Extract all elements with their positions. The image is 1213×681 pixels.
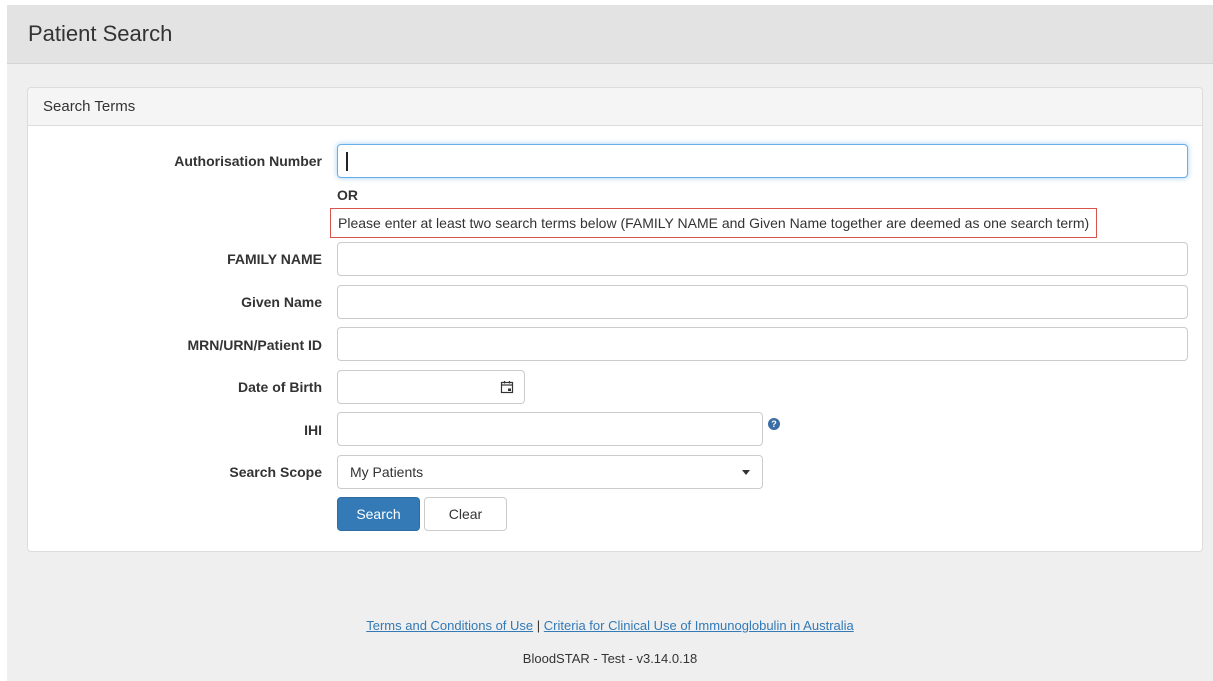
authorisation-number-input[interactable] — [337, 144, 1188, 178]
search-scope-label: Search Scope — [229, 464, 322, 480]
calendar-icon — [500, 381, 513, 394]
ihi-input[interactable] — [337, 412, 763, 446]
search-terms-panel: Search Terms Authorisation Number OR Ple… — [27, 87, 1203, 552]
page: Patient Search Search Terms Authorisatio… — [7, 5, 1213, 681]
page-title: Patient Search — [28, 21, 173, 46]
clear-button[interactable]: Clear — [424, 497, 507, 531]
question-circle-icon[interactable]: ? — [768, 418, 780, 430]
mrn-label: MRN/URN/Patient ID — [187, 337, 322, 353]
footer-links: Terms and Conditions of Use | Criteria f… — [7, 618, 1213, 633]
search-scope-value: My Patients — [350, 464, 424, 480]
footer-separator: | — [536, 618, 541, 633]
date-of-birth-input[interactable] — [337, 370, 490, 404]
text-caret — [346, 152, 348, 171]
or-separator: OR — [337, 187, 358, 203]
version-text: BloodSTAR - Test - v3.14.0.18 — [522, 651, 698, 666]
given-name-label: Given Name — [241, 294, 322, 310]
panel-heading: Search Terms — [28, 88, 1202, 126]
search-requirement-notice: Please enter at least two search terms b… — [330, 208, 1098, 238]
given-name-input[interactable] — [337, 285, 1188, 319]
criteria-link[interactable]: Criteria for Clinical Use of Immunoglobu… — [544, 618, 854, 633]
terms-link[interactable]: Terms and Conditions of Use — [366, 618, 533, 633]
page-header: Patient Search — [7, 5, 1213, 64]
calendar-button[interactable] — [489, 370, 525, 404]
dropdown-arrow-icon — [742, 470, 750, 475]
family-name-input[interactable] — [337, 242, 1188, 276]
ihi-label: IHI — [304, 422, 322, 438]
authorisation-number-label: Authorisation Number — [174, 153, 322, 169]
mrn-input[interactable] — [337, 327, 1188, 361]
family-name-label: FAMILY NAME — [227, 251, 322, 267]
date-of-birth-label: Date of Birth — [238, 379, 322, 395]
search-scope-select[interactable]: My Patients — [337, 455, 763, 489]
search-button[interactable]: Search — [337, 497, 420, 531]
